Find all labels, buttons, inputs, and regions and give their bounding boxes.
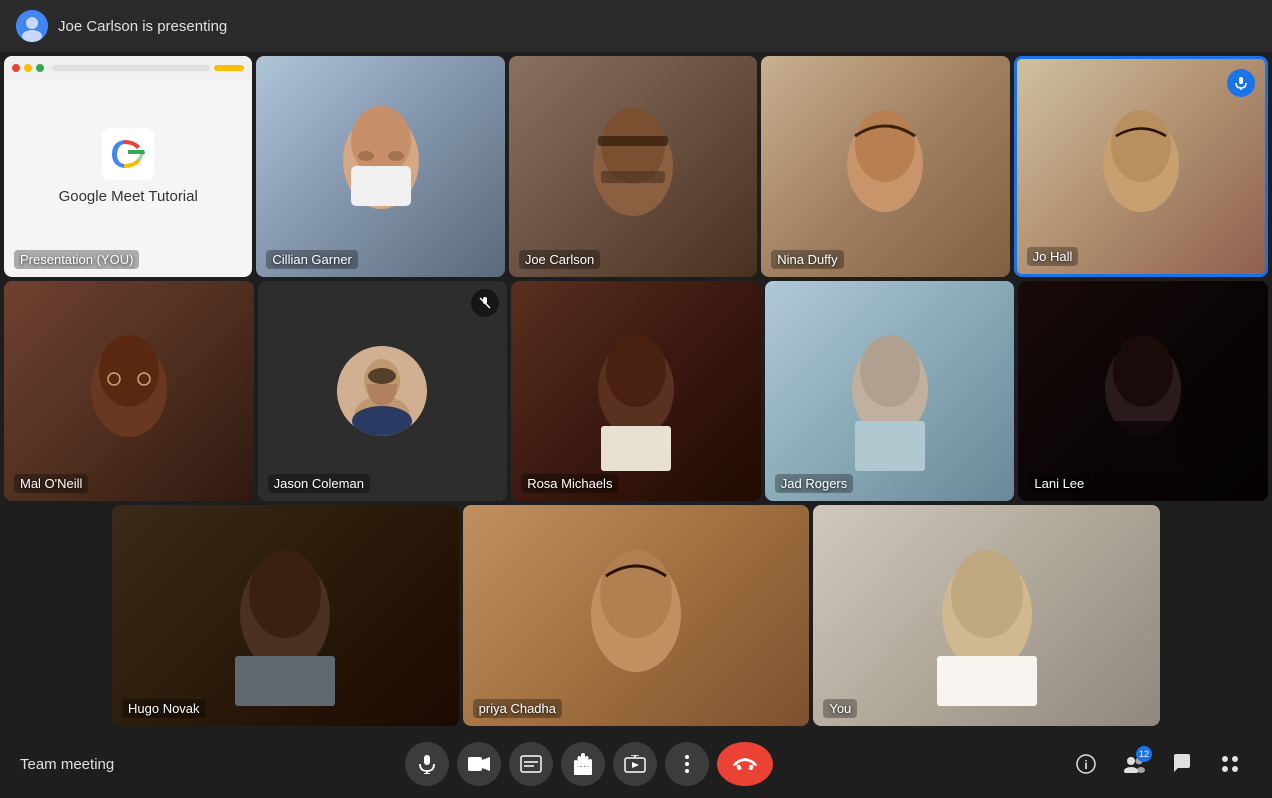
- tile-label-hugo: Hugo Novak: [122, 699, 206, 718]
- camera-button[interactable]: [457, 742, 501, 786]
- cillian-face: [256, 56, 504, 277]
- svg-text:i: i: [1084, 758, 1087, 772]
- jason-avatar: [337, 346, 427, 436]
- you-face: [813, 505, 1160, 726]
- tile-joe[interactable]: Joe Carlson: [509, 56, 757, 277]
- presenter-avatar: [16, 10, 48, 42]
- joe-face: [509, 56, 757, 277]
- jad-face: [765, 281, 1015, 502]
- activities-button[interactable]: [1208, 742, 1252, 786]
- chat-icon: [1172, 754, 1192, 774]
- top-bar: Joe Carlson is presenting: [0, 0, 1272, 52]
- presentation-bar: [4, 56, 252, 80]
- mic-icon: [417, 754, 437, 774]
- people-button[interactable]: 12: [1112, 742, 1156, 786]
- tile-label-presentation: Presentation (YOU): [14, 250, 139, 269]
- tile-label-joe: Joe Carlson: [519, 250, 600, 269]
- tile-nina[interactable]: Nina Duffy: [761, 56, 1009, 277]
- mute-icon-jason: [471, 289, 499, 317]
- lani-face: [1018, 281, 1268, 502]
- info-icon: i: [1076, 754, 1096, 774]
- nina-face: [761, 56, 1009, 277]
- tile-presentation[interactable]: Google Meet Tutorial Presentation (YOU): [4, 56, 252, 277]
- mal-face: [4, 281, 254, 502]
- tile-lani[interactable]: Lani Lee: [1018, 281, 1268, 502]
- presentation-content: Google Meet Tutorial: [59, 128, 198, 205]
- controls-center: [405, 742, 773, 786]
- tile-jad[interactable]: Jad Rogers: [765, 281, 1015, 502]
- tile-hugo[interactable]: Hugo Novak: [112, 505, 459, 726]
- controls-right: i 12: [1064, 742, 1252, 786]
- present-button[interactable]: [613, 742, 657, 786]
- meeting-name: Team meeting: [20, 756, 114, 773]
- tile-label-jason: Jason Coleman: [268, 474, 370, 493]
- jason-avatar-container: [258, 281, 508, 502]
- video-grid: Google Meet Tutorial Presentation (YOU) …: [0, 52, 1272, 730]
- camera-icon: [468, 756, 490, 772]
- tile-rosa[interactable]: Rosa Michaels: [511, 281, 761, 502]
- presentation-title: Google Meet Tutorial: [59, 188, 198, 205]
- gmeet-logo: [102, 128, 154, 180]
- tile-mal[interactable]: Mal O'Neill: [4, 281, 254, 502]
- captions-icon: [520, 755, 542, 773]
- tile-jo[interactable]: Jo Hall: [1014, 56, 1268, 277]
- grid-row-1: Google Meet Tutorial Presentation (YOU) …: [4, 56, 1268, 277]
- captions-button[interactable]: [509, 742, 553, 786]
- tile-label-cillian: Cillian Garner: [266, 250, 357, 269]
- hugo-face: [112, 505, 459, 726]
- end-call-button[interactable]: [717, 742, 773, 786]
- people-badge: 12: [1136, 746, 1152, 762]
- active-speaker-mic: [1227, 69, 1255, 97]
- tile-label-priya: priya Chadha: [473, 699, 562, 718]
- tile-label-nina: Nina Duffy: [771, 250, 843, 269]
- tile-label-lani: Lani Lee: [1028, 474, 1090, 493]
- grid-row-2: Mal O'Neill: [4, 281, 1268, 502]
- tile-label-you: You: [823, 699, 857, 718]
- activities-icon: [1220, 754, 1240, 774]
- raise-hand-icon: [574, 753, 592, 775]
- info-button[interactable]: i: [1064, 742, 1108, 786]
- raise-hand-button[interactable]: [561, 742, 605, 786]
- tile-jason[interactable]: Jason Coleman: [258, 281, 508, 502]
- end-call-icon: [733, 758, 757, 770]
- tile-label-rosa: Rosa Michaels: [521, 474, 618, 493]
- bottom-bar: Team meeting: [0, 730, 1272, 798]
- rosa-face: [511, 281, 761, 502]
- mic-button[interactable]: [405, 742, 449, 786]
- tile-you[interactable]: You: [813, 505, 1160, 726]
- priya-face: [463, 505, 810, 726]
- more-options-button[interactable]: [665, 742, 709, 786]
- presenter-text: Joe Carlson is presenting: [58, 18, 227, 35]
- tile-label-mal: Mal O'Neill: [14, 474, 88, 493]
- jo-face: [1017, 59, 1265, 274]
- present-icon: [624, 755, 646, 773]
- more-options-icon: [685, 755, 689, 773]
- tile-priya[interactable]: priya Chadha: [463, 505, 810, 726]
- grid-row-3: Hugo Novak priya Chadha Yo: [4, 505, 1268, 726]
- tile-label-jad: Jad Rogers: [775, 474, 853, 493]
- tile-cillian[interactable]: Cillian Garner: [256, 56, 504, 277]
- tile-label-jo: Jo Hall: [1027, 247, 1079, 266]
- chat-button[interactable]: [1160, 742, 1204, 786]
